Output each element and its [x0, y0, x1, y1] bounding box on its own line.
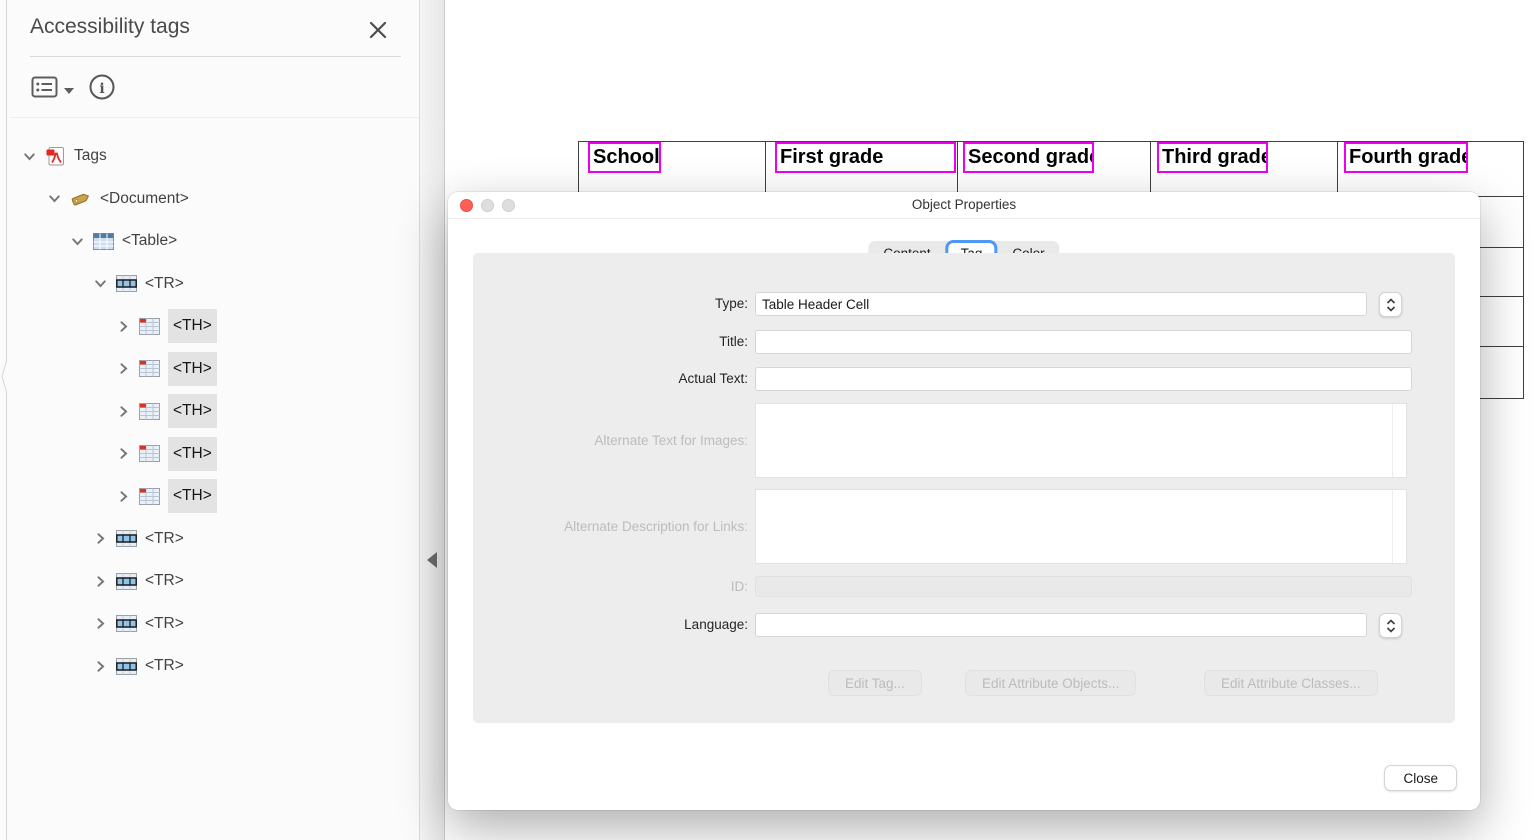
tree-item-tr[interactable]: <TR>	[0, 645, 419, 688]
table-header-cell-school[interactable]: School	[588, 142, 661, 173]
type-stepper[interactable]	[1379, 292, 1402, 317]
alternate-description-links-label: Alternate Description for Links:	[473, 489, 748, 564]
table-header-cell-first-grade[interactable]: First grade	[775, 142, 956, 173]
table-row-icon	[116, 573, 137, 590]
chevron-down-icon[interactable]	[22, 149, 37, 164]
table-header-cell-third-grade[interactable]: Third grade	[1157, 142, 1268, 173]
tree-item-th[interactable]: <TH>	[0, 305, 419, 348]
alternate-description-links-textarea	[756, 490, 1396, 567]
alternate-text-images-textarea	[756, 404, 1396, 481]
tree-item-label: <Table>	[122, 232, 177, 250]
title-field[interactable]	[755, 330, 1412, 354]
close-icon[interactable]	[364, 16, 392, 44]
chevron-right-icon[interactable]	[116, 489, 131, 504]
tree-item-label: <TH>	[168, 479, 217, 513]
dialog-title: Object Properties	[448, 197, 1480, 212]
svg-text:i: i	[99, 81, 104, 97]
scrollbar-track	[1392, 490, 1393, 563]
alternate-text-images-label: Alternate Text for Images:	[473, 403, 748, 478]
tree-item-th[interactable]: <TH>	[0, 390, 419, 433]
tree-item-tr[interactable]: <TR>	[0, 603, 419, 646]
edit-tag-button: Edit Tag...	[828, 670, 922, 696]
chevron-right-icon[interactable]	[93, 616, 108, 631]
chevron-right-icon[interactable]	[93, 531, 108, 546]
type-field[interactable]	[755, 292, 1367, 316]
panel-resize-divider[interactable]	[419, 0, 445, 840]
close-button[interactable]: Close	[1384, 765, 1457, 791]
table-header-icon	[139, 488, 160, 505]
tag-icon	[70, 188, 92, 209]
tree-item-tags[interactable]: Tags	[0, 135, 419, 178]
table-row-icon	[116, 530, 137, 547]
chevron-right-icon[interactable]	[116, 446, 131, 461]
tree-item-th[interactable]: <TH>	[0, 348, 419, 391]
tag-options-icon[interactable]	[31, 75, 58, 99]
edit-attribute-objects-button: Edit Attribute Objects...	[965, 670, 1136, 696]
table-header-icon	[139, 403, 160, 420]
language-field[interactable]	[755, 613, 1367, 637]
table-header-icon	[139, 445, 160, 462]
toolbar-divider	[10, 117, 419, 118]
alternate-description-links-field	[755, 489, 1407, 564]
table-icon	[93, 233, 114, 250]
tree-item-tr[interactable]: <TR>	[0, 560, 419, 603]
table-row-icon	[116, 658, 137, 675]
tree-item-label: <TR>	[145, 615, 184, 633]
tree-item-label: <TH>	[168, 437, 217, 471]
chevron-right-icon[interactable]	[116, 361, 131, 376]
table-header-cell-second-grade[interactable]: Second grade	[963, 142, 1094, 173]
tree-item-label: <TH>	[168, 309, 217, 343]
language-label: Language:	[473, 613, 748, 637]
chevron-right-icon[interactable]	[116, 404, 131, 419]
tree-item-label: <TR>	[145, 657, 184, 675]
table-header-cell-fourth-grade[interactable]: Fourth grade	[1344, 142, 1468, 173]
chevron-down-icon[interactable]	[93, 276, 108, 291]
tree-item-label: Tags	[74, 147, 107, 165]
table-row-icon	[116, 275, 137, 292]
tree-item-label: <TR>	[145, 572, 184, 590]
tree-item-th[interactable]: <TH>	[0, 433, 419, 476]
table-row-icon	[116, 615, 137, 632]
tree-item-table[interactable]: <Table>	[0, 220, 419, 263]
tree-item-document[interactable]: <Document>	[0, 178, 419, 221]
edit-attribute-classes-button: Edit Attribute Classes...	[1204, 670, 1378, 696]
actual-text-field[interactable]	[755, 367, 1412, 391]
tree-item-th[interactable]: <TH>	[0, 475, 419, 518]
id-label: ID:	[473, 576, 748, 597]
tag-properties-group: Type: Title: Actual Text: Alternate Text…	[473, 253, 1455, 723]
tree-item-label: <Document>	[100, 190, 189, 208]
accessibility-tags-panel: Accessibility tags i Tags	[0, 0, 419, 840]
language-stepper[interactable]	[1379, 613, 1402, 638]
chevron-down-icon[interactable]	[47, 191, 62, 206]
tree-item-tr[interactable]: <TR>	[0, 263, 419, 306]
id-field	[755, 576, 1412, 597]
tree-item-tr[interactable]: <TR>	[0, 518, 419, 561]
actual-text-label: Actual Text:	[473, 367, 748, 391]
pdf-icon	[45, 146, 66, 167]
tags-tree: Tags <Document> <Table>	[0, 135, 419, 688]
table-header-icon	[139, 360, 160, 377]
title-label: Title:	[473, 330, 748, 354]
panel-title-divider	[30, 56, 401, 57]
chevron-right-icon[interactable]	[93, 659, 108, 674]
object-properties-dialog: Object Properties Content Tag Color Type…	[448, 192, 1480, 810]
tree-item-label: <TR>	[145, 530, 184, 548]
collapse-panel-icon[interactable]	[427, 552, 437, 568]
table-header-icon	[139, 318, 160, 335]
info-icon[interactable]: i	[88, 73, 116, 101]
chevron-down-icon	[64, 88, 74, 94]
tree-item-label: <TH>	[168, 394, 217, 428]
type-label: Type:	[473, 292, 748, 316]
chevron-down-icon[interactable]	[70, 234, 85, 249]
tree-item-label: <TH>	[168, 352, 217, 386]
chevron-right-icon[interactable]	[93, 574, 108, 589]
scrollbar-track	[1392, 404, 1393, 477]
dialog-titlebar[interactable]: Object Properties	[448, 192, 1480, 219]
tree-item-label: <TR>	[145, 275, 184, 293]
chevron-right-icon[interactable]	[116, 319, 131, 334]
alternate-text-images-field	[755, 403, 1407, 478]
panel-title: Accessibility tags	[30, 15, 190, 39]
